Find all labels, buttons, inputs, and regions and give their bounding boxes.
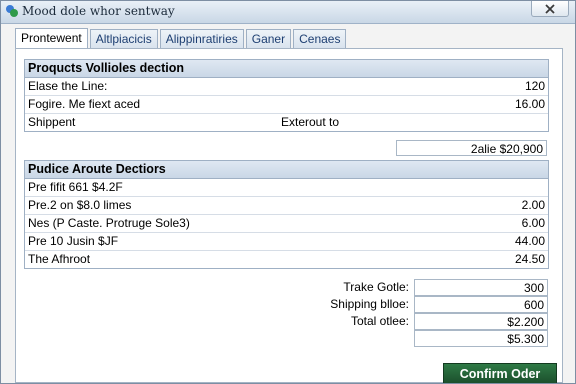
tab-strip: Prontewent Altlpiacicis Alippinratiries … (15, 28, 348, 49)
row-label: Nes (P Caste. Protruge Sole3) (28, 216, 190, 230)
table-row: Pre fifit 661 $4.2F (25, 179, 548, 197)
row-label: Pre 10 Jusin $JF (28, 234, 119, 248)
row-label: Shippent (28, 115, 76, 129)
table-row: Pre 10 Jusin $JF 44.00 (25, 233, 548, 251)
row-value: 120 (524, 79, 545, 93)
subtotal-field: 2alie $20,900 (396, 140, 547, 156)
row-value: 24.50 (514, 252, 545, 266)
order-window: Mood dole whor sentway Prontewent Altlpi… (0, 0, 576, 384)
row-label: Pre fifit 661 $4.2F (28, 180, 123, 194)
tab-0[interactable]: Prontewent (15, 28, 88, 49)
summary-field-3[interactable]: $2.200 (414, 313, 548, 330)
row-label: Elase the Line: (28, 79, 108, 93)
app-icon (6, 5, 18, 17)
row-label: Pre.2 on $8.0 limes (28, 198, 132, 212)
tab-4[interactable]: Cenaes (293, 29, 347, 48)
close-icon (545, 3, 555, 14)
table-row: Nes (P Caste. Protruge Sole3) 6.00 (25, 215, 548, 233)
row-value: 2.00 (521, 198, 545, 212)
window-title: Mood dole whor sentway (22, 4, 175, 18)
products-section: Proqucts Vollioles dection Elase the Lin… (24, 59, 549, 132)
summary-label: Total otlee: (350, 314, 409, 328)
tab-3[interactable]: Ganer (245, 29, 292, 48)
table-row: Shippent Exterout to (25, 114, 548, 131)
table-row: The Afhroot 24.50 (25, 251, 548, 268)
row-value: 6.00 (521, 216, 545, 230)
confirm-order-button[interactable]: Confirm Oder (443, 363, 557, 383)
tab-2[interactable]: Alippinratiries (159, 29, 244, 48)
row-value: 16.00 (514, 97, 545, 111)
summary-label: Trake Gotle: (343, 280, 409, 294)
summary-field-4[interactable]: $5.300 (414, 330, 548, 347)
table-row: Elase the Line: 120 (25, 78, 548, 96)
row-value: 44.00 (514, 234, 545, 248)
summary-field-1[interactable]: 300 (414, 279, 548, 296)
price-section-title: Pudice Aroute Dectiors (25, 161, 548, 179)
close-button[interactable] (531, 1, 569, 17)
summary-label: Shipping blloe: (330, 297, 409, 311)
row-detail: Exterout to (281, 115, 340, 129)
tab-panel: Proqucts Vollioles dection Elase the Lin… (15, 48, 563, 383)
table-row: Pre.2 on $8.0 limes 2.00 (25, 197, 548, 215)
price-section: Pudice Aroute Dectiors Pre fifit 661 $4.… (24, 160, 549, 269)
row-label: The Afhroot (28, 252, 91, 266)
products-section-title: Proqucts Vollioles dection (25, 60, 548, 78)
table-row: Fogire. Me fiext aced 16.00 (25, 96, 548, 114)
title-bar: Mood dole whor sentway (1, 1, 575, 24)
summary-field-2[interactable]: 600 (414, 296, 548, 313)
row-label: Fogire. Me fiext aced (28, 97, 141, 111)
tab-1[interactable]: Altlpiacicis (89, 29, 158, 48)
